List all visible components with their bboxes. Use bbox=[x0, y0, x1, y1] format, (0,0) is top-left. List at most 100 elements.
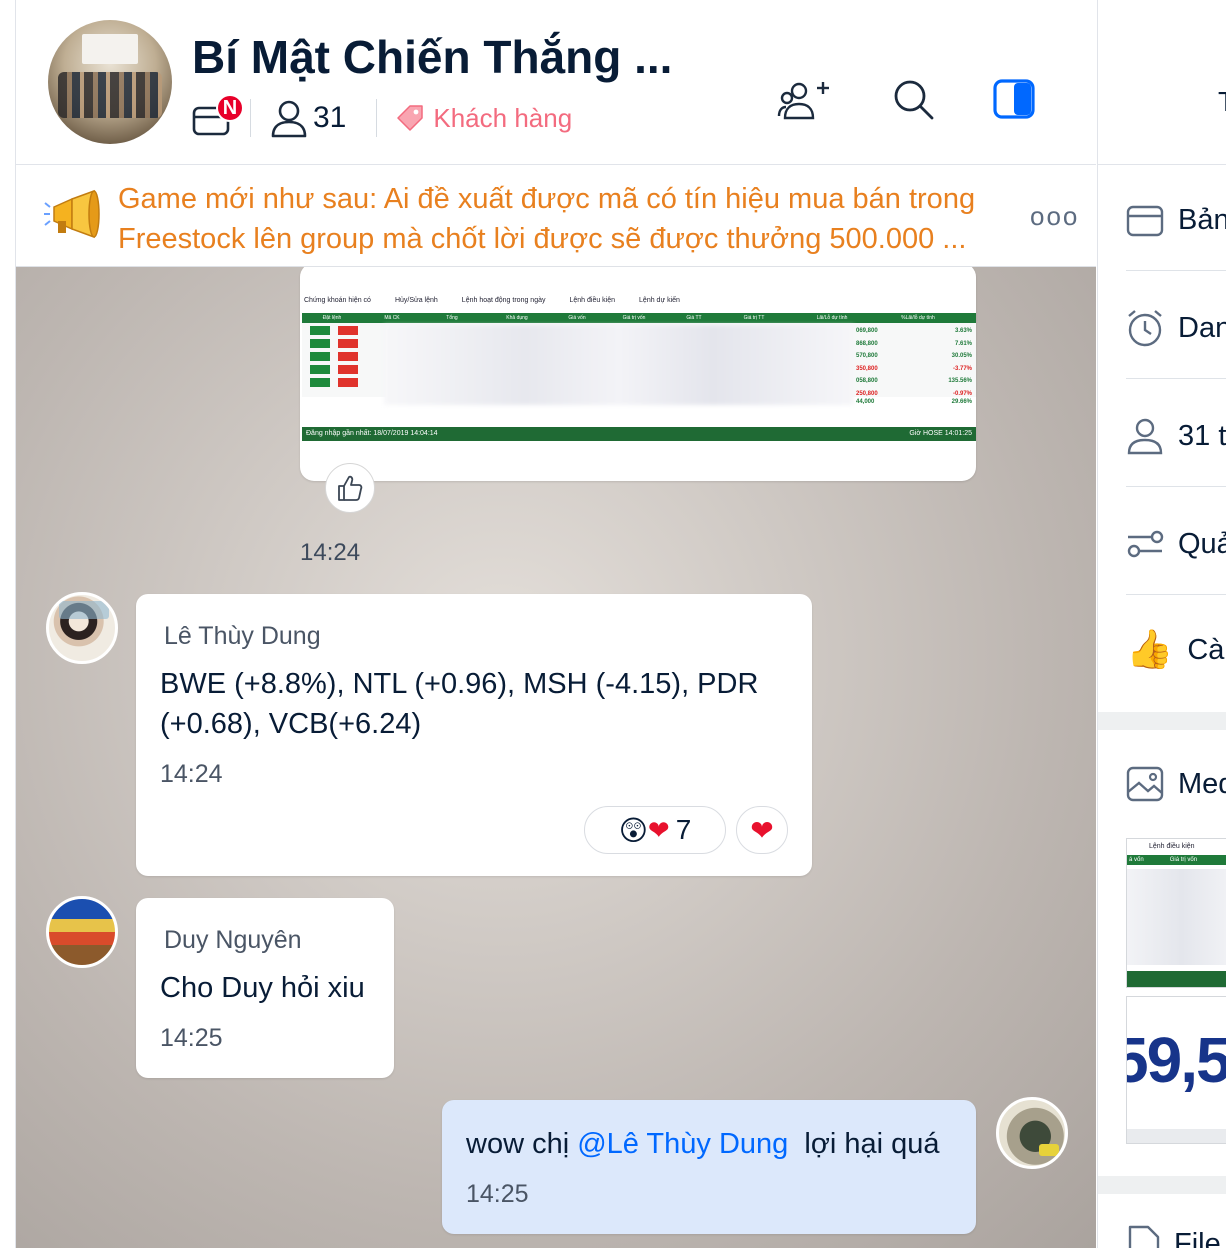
buy-tag bbox=[310, 339, 330, 348]
megaphone-icon bbox=[44, 189, 100, 239]
buy-tag bbox=[310, 326, 330, 335]
sender-name[interactable]: Lê Thùy Dung bbox=[164, 622, 321, 651]
screenshot-col: Khả dụng bbox=[506, 315, 528, 321]
buy-tag bbox=[310, 365, 330, 374]
message-suffix: lợi hại quá bbox=[788, 1128, 940, 1160]
panel-item-settings[interactable]: 👍 Cài bbox=[1126, 620, 1226, 680]
last-login-text: Đăng nhập gần nhất: 18/07/2019 14:04:14 bbox=[306, 430, 438, 437]
notification-badge: N bbox=[216, 94, 244, 122]
thumb-footer bbox=[1127, 971, 1226, 987]
like-reaction-button[interactable] bbox=[325, 463, 375, 513]
panel-item-label: Cài bbox=[1187, 633, 1226, 666]
pnl-value: 44,000 bbox=[856, 398, 875, 405]
message-time: 14:24 bbox=[160, 760, 223, 788]
panel-item-label: Bản bbox=[1178, 203, 1226, 236]
screenshot-table-header: Đặt lệnh Mã CK Tổng Khả dụng Giá vốn Giá… bbox=[302, 313, 976, 323]
sell-tag bbox=[338, 365, 358, 374]
search-button[interactable] bbox=[884, 72, 944, 128]
screenshot-footer: Đăng nhập gần nhất: 18/07/2019 14:04:14 … bbox=[302, 427, 976, 441]
pct-value: 30.05% bbox=[951, 353, 972, 360]
add-member-button[interactable] bbox=[776, 72, 836, 128]
pinned-text[interactable]: Game mới như sau: Ai đề xuất được mã có … bbox=[118, 179, 1018, 259]
message-prefix: wow chị bbox=[466, 1128, 578, 1160]
my-message-bubble[interactable]: wow chị @Lê Thùy Dung lợi hại quá 14:25 bbox=[442, 1100, 976, 1234]
avatar-photo-people bbox=[58, 72, 162, 118]
thumbs-up-icon bbox=[338, 475, 363, 501]
screenshot-tabs: Chứng khoán hiện có Hủy/Sửa lệnh Lệnh ho… bbox=[304, 297, 680, 304]
more-options-button[interactable]: ooo bbox=[1030, 201, 1079, 232]
panel-item-label: 31 t bbox=[1178, 419, 1226, 452]
mention-link[interactable]: @Lê Thùy Dung bbox=[577, 1128, 788, 1160]
message-time: 14:24 bbox=[300, 539, 361, 566]
screenshot-col: Mã CK bbox=[384, 315, 400, 321]
panel-divider bbox=[1126, 378, 1226, 379]
panel-section-files[interactable]: File bbox=[1126, 1214, 1221, 1248]
message-text: wow chị @Lê Thùy Dung lợi hại quá bbox=[466, 1124, 940, 1164]
avatar-duy-nguyen[interactable] bbox=[46, 896, 118, 968]
message-bubble[interactable]: Duy Nguyên Cho Duy hỏi xiu 14:25 bbox=[136, 898, 394, 1078]
panel-divider bbox=[1126, 270, 1226, 271]
panel-item-label: File bbox=[1174, 1227, 1221, 1248]
tag-icon[interactable] bbox=[395, 103, 425, 133]
sell-tag bbox=[338, 378, 358, 387]
heart-react-button[interactable]: ❤ bbox=[736, 806, 788, 854]
my-avatar[interactable] bbox=[996, 1097, 1068, 1169]
screenshot-tab: Chứng khoán hiện có bbox=[304, 297, 371, 304]
pinned-announcement[interactable]: Game mới như sau: Ai đề xuất được mã có … bbox=[16, 165, 1096, 267]
media-thumbnail[interactable]: 59,5 bbox=[1126, 996, 1226, 1144]
message-list[interactable]: Chứng khoán hiện có Hủy/Sửa lệnh Lệnh ho… bbox=[16, 267, 1096, 1248]
avatar-le-thuy-dung[interactable] bbox=[46, 592, 118, 664]
panel-item-board[interactable]: Bản bbox=[1126, 190, 1226, 250]
sell-tag bbox=[338, 339, 358, 348]
panel-item-members[interactable]: 31 t bbox=[1126, 406, 1226, 466]
thumb-col: Giá trị vốn bbox=[1169, 857, 1198, 863]
panel-item-reminders[interactable]: Dan bbox=[1126, 298, 1226, 358]
person-icon bbox=[1127, 418, 1163, 455]
message-text: Cho Duy hỏi xiu bbox=[160, 972, 365, 1004]
community-icon[interactable]: N bbox=[192, 94, 244, 138]
panel-item-label: Dan bbox=[1178, 311, 1226, 344]
message-bubble[interactable]: Lê Thùy Dung BWE (+8.8%), NTL (+0.96), M… bbox=[136, 594, 812, 876]
thumb-bottom bbox=[1127, 1129, 1226, 1143]
chat-main: Bí Mật Chiến Thắng ... N 31 Khách hàng G… bbox=[16, 0, 1096, 1248]
chat-header: Bí Mật Chiến Thắng ... N 31 Khách hàng bbox=[16, 0, 1096, 165]
screenshot-col: Giá vốn bbox=[568, 315, 586, 321]
thumb-blur bbox=[1127, 869, 1226, 965]
sidebar-toggle-icon bbox=[993, 79, 1035, 119]
pnl-values: 069,800 3.63% 868,800 7.61% 570,800 30.05% … bbox=[856, 325, 972, 408]
pnl-value: 570,800 bbox=[856, 353, 878, 360]
message-time: 14:25 bbox=[466, 1180, 529, 1208]
sender-name[interactable]: Duy Nguyên bbox=[164, 926, 302, 955]
avatar-sticker bbox=[1039, 1144, 1059, 1156]
group-title[interactable]: Bí Mật Chiến Thắng ... bbox=[192, 30, 672, 84]
left-sidebar-edge bbox=[0, 0, 16, 1248]
blurred-values bbox=[384, 325, 854, 405]
panel-item-label: Quả bbox=[1178, 527, 1226, 560]
thumb-header: á vốn Giá trị vốn bbox=[1127, 855, 1226, 865]
meta-divider bbox=[376, 99, 378, 137]
panel-item-manage[interactable]: Quả bbox=[1126, 514, 1226, 574]
screenshot-tab: Lệnh dự kiến bbox=[639, 297, 680, 304]
search-icon bbox=[894, 80, 934, 120]
screenshot-tab: Hủy/Sửa lệnh bbox=[394, 297, 438, 304]
toggle-info-panel-button[interactable] bbox=[984, 72, 1044, 128]
message-time: 14:25 bbox=[160, 1024, 223, 1052]
thumb-big-number: 59,5 bbox=[1127, 1024, 1226, 1096]
pct-value: -3.77% bbox=[952, 365, 972, 372]
screenshot-col: Giá TT bbox=[686, 315, 702, 321]
image-message[interactable]: Chứng khoán hiện có Hủy/Sửa lệnh Lệnh ho… bbox=[300, 267, 976, 481]
buy-tag bbox=[310, 352, 330, 361]
group-tag-label[interactable]: Khách hàng bbox=[433, 103, 572, 134]
reaction-summary[interactable]: 😲 ❤ 7 bbox=[584, 806, 726, 854]
member-count[interactable]: 31 bbox=[313, 101, 346, 135]
group-avatar[interactable] bbox=[48, 20, 172, 144]
panel-section-media[interactable]: Med bbox=[1126, 754, 1226, 814]
sell-tag bbox=[338, 352, 358, 361]
heart-emoji-icon: ❤ bbox=[647, 814, 670, 845]
avatar-background bbox=[59, 601, 109, 619]
media-thumbnail[interactable]: Lệnh điều kiện á vốn Giá trị vốn bbox=[1126, 838, 1226, 988]
pct-value: 135.56% bbox=[948, 378, 972, 385]
panel-item-label: Med bbox=[1178, 767, 1226, 800]
members-icon[interactable] bbox=[269, 98, 309, 138]
pnl-value: 058,800 bbox=[856, 378, 878, 385]
